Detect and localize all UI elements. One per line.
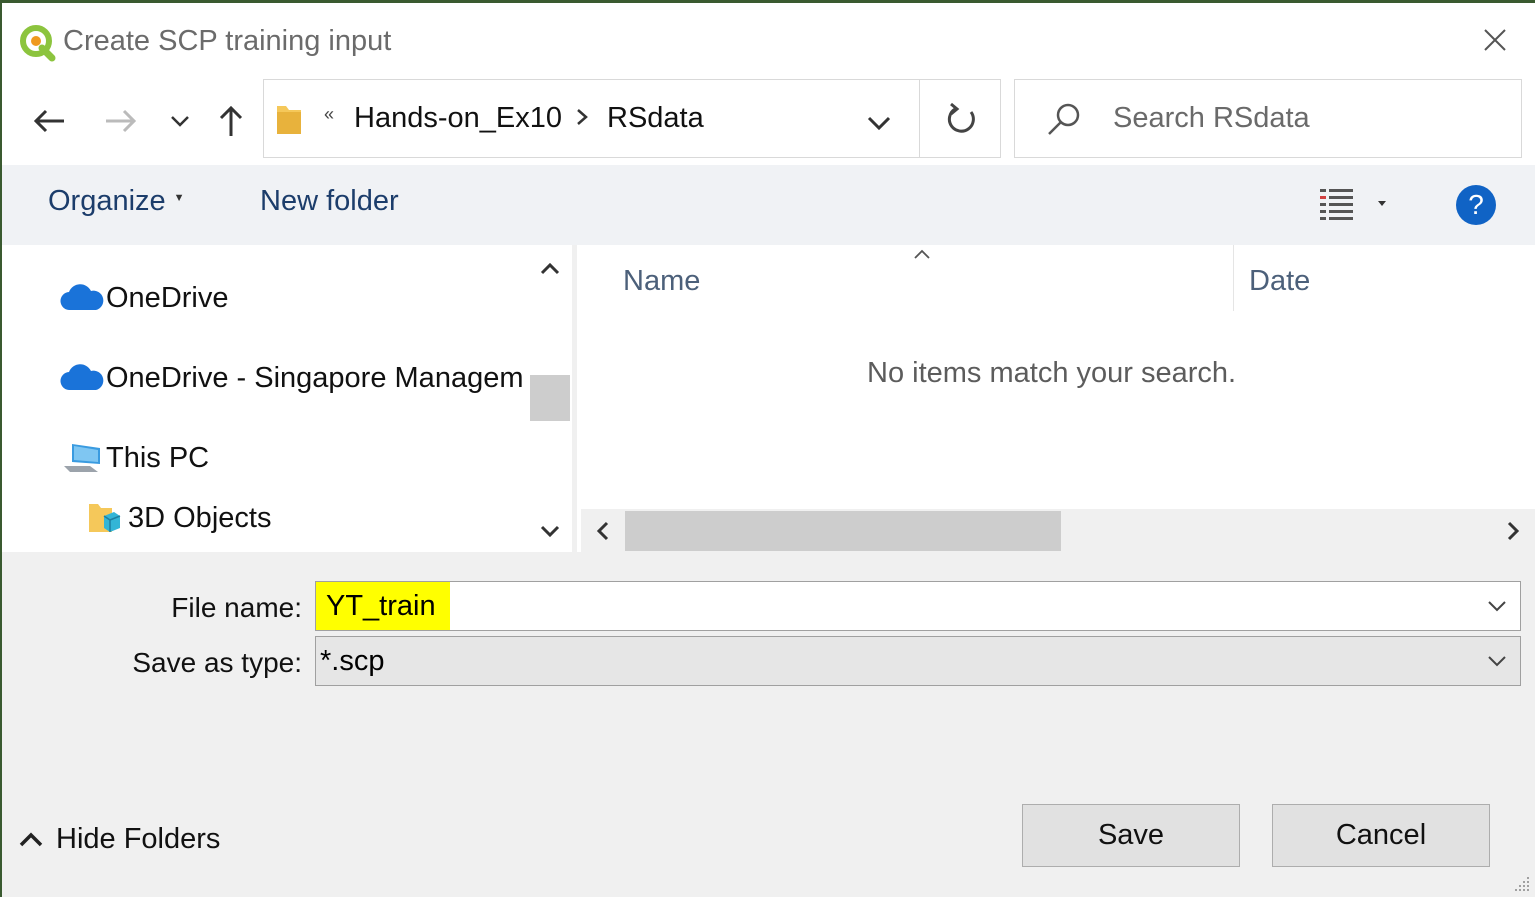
chevron-down-icon bbox=[867, 116, 891, 131]
navigation-bar: « Hands-on_Ex10 RSdata bbox=[2, 78, 1535, 165]
save-as-type-value: *.scp bbox=[320, 645, 385, 677]
nav-item-label: OneDrive bbox=[106, 281, 229, 314]
close-button[interactable] bbox=[1473, 21, 1517, 59]
column-header-date[interactable]: Date bbox=[1249, 265, 1310, 298]
file-name-combobox[interactable]: YT_train bbox=[315, 581, 1521, 631]
folder-icon bbox=[277, 106, 301, 134]
column-divider[interactable] bbox=[1233, 245, 1234, 311]
title-bar: Create SCP training input bbox=[2, 3, 1535, 78]
back-button[interactable] bbox=[28, 100, 70, 142]
nav-item-3d-objects[interactable]: 3D Objects bbox=[86, 493, 271, 543]
nav-item-label: This PC bbox=[106, 441, 210, 474]
address-bar[interactable]: « Hands-on_Ex10 RSdata bbox=[263, 79, 1001, 158]
nav-item-onedrive-smu[interactable]: OneDrive - Singapore Managem bbox=[60, 353, 523, 403]
forward-button[interactable] bbox=[100, 100, 142, 142]
organize-label: Organize bbox=[48, 185, 166, 217]
recent-locations-button[interactable] bbox=[160, 100, 200, 142]
details-view-icon bbox=[1320, 189, 1386, 220]
nav-item-label: 3D Objects bbox=[128, 501, 272, 534]
hide-folders-toggle[interactable]: Hide Folders bbox=[18, 823, 220, 856]
resize-grip-icon[interactable] bbox=[1513, 875, 1531, 893]
nav-item-onedrive[interactable]: OneDrive bbox=[60, 273, 229, 323]
chevron-down-icon bbox=[540, 525, 560, 538]
address-overflow-chevron[interactable]: « bbox=[324, 104, 334, 125]
cancel-button[interactable]: Cancel bbox=[1272, 804, 1490, 867]
file-name-dropdown-button[interactable] bbox=[1482, 591, 1512, 621]
scroll-thumb[interactable] bbox=[530, 375, 570, 421]
arrow-left-icon bbox=[33, 109, 64, 133]
onedrive-cloud-icon bbox=[60, 280, 104, 316]
empty-list-message: No items match your search. bbox=[867, 357, 1237, 389]
nav-pane-vertical-scrollbar[interactable] bbox=[528, 245, 572, 552]
search-box[interactable] bbox=[1014, 79, 1522, 158]
scroll-thumb[interactable] bbox=[625, 511, 1061, 551]
save-dialog: Create SCP training input « Hands-on_Ex1… bbox=[2, 3, 1535, 897]
chevron-left-icon bbox=[596, 521, 609, 541]
save-as-type-label: Save as type: bbox=[132, 647, 302, 678]
organize-button[interactable]: Organize ▼ bbox=[48, 185, 185, 218]
hide-folders-label: Hide Folders bbox=[56, 823, 221, 855]
chevron-right-icon bbox=[1507, 521, 1520, 541]
caret-down-icon: ▼ bbox=[173, 192, 185, 205]
close-icon bbox=[1484, 29, 1506, 51]
arrow-up-icon bbox=[219, 105, 243, 136]
chevron-down-icon bbox=[171, 116, 189, 127]
scroll-up-button[interactable] bbox=[534, 253, 566, 285]
chevron-down-icon bbox=[1488, 656, 1506, 667]
sort-ascending-icon bbox=[914, 249, 930, 259]
address-segment-hands-on[interactable]: Hands-on_Ex10 bbox=[354, 102, 562, 135]
save-as-type-dropdown-button[interactable] bbox=[1482, 646, 1512, 676]
nav-item-label: OneDrive - Singapore Managem bbox=[106, 361, 524, 394]
computer-icon bbox=[60, 440, 104, 476]
search-icon bbox=[1048, 103, 1080, 135]
save-as-type-select[interactable]: *.scp bbox=[315, 636, 1521, 686]
address-history-dropdown[interactable] bbox=[860, 104, 898, 142]
address-segment-rsdata[interactable]: RSdata bbox=[607, 102, 704, 135]
nav-item-this-pc[interactable]: This PC bbox=[60, 433, 209, 483]
scroll-right-button[interactable] bbox=[1497, 515, 1529, 547]
refresh-button[interactable] bbox=[919, 80, 1001, 157]
scroll-down-button[interactable] bbox=[534, 515, 566, 547]
file-name-input[interactable]: YT_train bbox=[316, 582, 450, 630]
qgis-logo-icon bbox=[20, 25, 56, 62]
search-input[interactable] bbox=[1113, 98, 1503, 138]
chevron-down-icon bbox=[1488, 601, 1506, 612]
scroll-left-button[interactable] bbox=[587, 515, 619, 547]
change-view-button[interactable] bbox=[1314, 185, 1394, 225]
file-name-label: File name: bbox=[171, 592, 302, 623]
onedrive-cloud-icon bbox=[60, 360, 104, 396]
navigation-pane: OneDrive OneDrive - Singapore Managem Th… bbox=[2, 245, 572, 552]
column-header-name[interactable]: Name bbox=[623, 265, 700, 298]
arrow-right-icon bbox=[106, 109, 137, 133]
chevron-up-icon bbox=[540, 262, 560, 275]
file-list: Name Date No items match your search. bbox=[577, 245, 1535, 552]
chevron-up-icon bbox=[19, 832, 43, 846]
up-button[interactable] bbox=[210, 100, 252, 142]
new-folder-button[interactable]: New folder bbox=[260, 185, 399, 218]
help-button[interactable]: ? bbox=[1456, 185, 1496, 225]
3d-objects-folder-icon bbox=[86, 500, 126, 536]
file-list-horizontal-scrollbar[interactable] bbox=[581, 509, 1535, 552]
command-toolbar: Organize ▼ New folder ? bbox=[2, 165, 1535, 245]
window-title: Create SCP training input bbox=[63, 25, 392, 57]
save-button[interactable]: Save bbox=[1022, 804, 1240, 867]
refresh-icon bbox=[947, 102, 975, 133]
chevron-right-icon[interactable] bbox=[576, 108, 588, 126]
